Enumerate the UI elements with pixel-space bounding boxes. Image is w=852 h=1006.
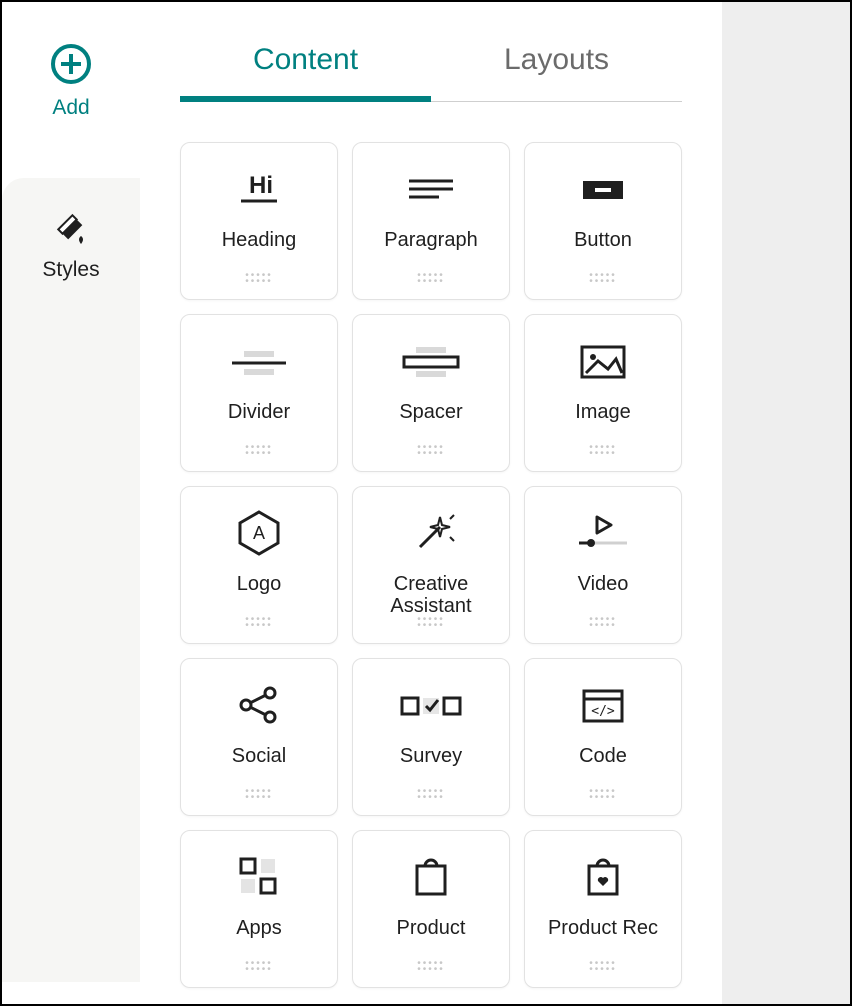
tab-label: Content [253,43,358,76]
drag-handle-icon: •••••••••• [417,273,445,285]
block-label: Code [573,745,633,767]
tab-layouts[interactable]: Layouts [431,43,682,101]
block-label: Divider [222,401,296,423]
block-social[interactable]: Social •••••••••• [180,658,338,816]
sidebar-item-label: Styles [42,258,99,282]
block-video[interactable]: Video •••••••••• [524,486,682,644]
block-product[interactable]: Product •••••••••• [352,830,510,988]
sidebar: Add Styles [2,2,140,1004]
drag-handle-icon: •••••••••• [589,617,617,629]
drag-handle-icon: •••••••••• [417,961,445,973]
paint-bucket-icon [51,208,91,248]
survey-icon [398,681,464,729]
tab-content[interactable]: Content [180,43,431,101]
block-logo[interactable]: A Logo •••••••••• [180,486,338,644]
apps-icon [237,853,281,901]
block-label: Creative Assistant [353,573,509,617]
block-label: Product Rec [542,917,664,939]
drag-handle-icon: •••••••••• [589,445,617,457]
block-product-rec[interactable]: Product Rec •••••••••• [524,830,682,988]
block-code[interactable]: </> Code •••••••••• [524,658,682,816]
block-label: Heading [216,229,303,251]
sidebar-item-label: Add [52,96,89,120]
block-divider[interactable]: Divider •••••••••• [180,314,338,472]
block-survey[interactable]: Survey •••••••••• [352,658,510,816]
drag-handle-icon: •••••••••• [245,789,273,801]
plus-circle-icon [49,42,93,86]
drag-handle-icon: •••••••••• [245,961,273,973]
drag-handle-icon: •••••••••• [417,445,445,457]
drag-handle-icon: •••••••••• [589,789,617,801]
drag-handle-icon: •••••••••• [245,617,273,629]
share-icon [236,681,282,729]
drag-handle-icon: •••••••••• [245,273,273,285]
paragraph-icon [403,165,459,213]
magic-wand-icon [406,509,456,557]
block-heading[interactable]: Hi Heading •••••••••• [180,142,338,300]
svg-text:Hi: Hi [249,172,273,199]
drag-handle-icon: •••••••••• [589,273,617,285]
divider-icon [226,337,292,385]
block-label: Spacer [393,401,468,423]
sidebar-item-add[interactable]: Add [2,28,140,138]
drag-handle-icon: •••••••••• [417,789,445,801]
svg-text:</>: </> [591,704,615,719]
code-icon: </> [578,681,628,729]
drag-handle-icon: •••••••••• [245,445,273,457]
block-label: Paragraph [378,229,483,251]
svg-text:A: A [253,523,265,543]
image-icon [578,337,628,385]
video-icon [573,509,633,557]
drag-handle-icon: •••••••••• [417,617,445,629]
block-label: Logo [231,573,288,595]
tabs: Content Layouts [180,2,682,102]
shopping-bag-icon [409,853,453,901]
heading-icon: Hi [231,165,287,213]
block-image[interactable]: Image •••••••••• [524,314,682,472]
logo-icon: A [234,509,284,557]
block-label: Social [226,745,292,767]
block-creative-assistant[interactable]: Creative Assistant •••••••••• [352,486,510,644]
sidebar-item-styles[interactable]: Styles [2,178,140,982]
block-button[interactable]: Button •••••••••• [524,142,682,300]
tab-label: Layouts [504,43,609,76]
drag-handle-icon: •••••••••• [589,961,617,973]
main-area: Content Layouts Hi Heading ••••• [140,2,722,1004]
block-label: Apps [230,917,288,939]
block-paragraph[interactable]: Paragraph •••••••••• [352,142,510,300]
blocks-grid: Hi Heading •••••••••• [140,102,722,988]
button-icon [575,165,631,213]
spacer-icon [398,337,464,385]
block-label: Video [572,573,635,595]
block-label: Product [391,917,472,939]
block-spacer[interactable]: Spacer •••••••••• [352,314,510,472]
shopping-bag-heart-icon [581,853,625,901]
block-label: Image [569,401,637,423]
block-label: Survey [394,745,468,767]
block-apps[interactable]: Apps •••••••••• [180,830,338,988]
block-label: Button [568,229,638,251]
content-panel: Add Styles Content [2,2,722,1004]
